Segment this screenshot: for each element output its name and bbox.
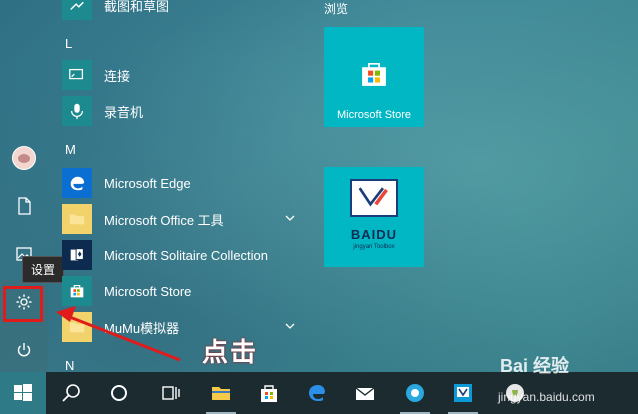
baidu-tile-subtitle: jingyan Toolbox xyxy=(353,244,395,250)
app-item-connect[interactable]: 连接 xyxy=(62,58,306,92)
app-item-office-tools[interactable]: Microsoft Office 工具 xyxy=(62,202,306,236)
app-item-snip[interactable]: 截图和草图 xyxy=(62,0,306,22)
letter-header-m[interactable]: M xyxy=(65,142,76,157)
app-name: Microsoft Office 工具 xyxy=(104,212,224,228)
cortana-icon xyxy=(111,385,127,401)
edge-icon xyxy=(62,168,92,198)
app-item-edge[interactable]: Microsoft Edge xyxy=(62,166,306,200)
store-icon xyxy=(362,62,386,86)
app-item-recorder[interactable]: 录音机 xyxy=(62,94,306,128)
tile-label: Microsoft Store xyxy=(337,109,411,121)
app-item-solitaire[interactable]: Microsoft Solitaire Collection xyxy=(62,238,306,272)
snip-icon xyxy=(62,0,92,20)
app-name: 连接 xyxy=(104,68,131,84)
settings-highlight-box xyxy=(3,286,43,322)
folder-icon xyxy=(62,204,92,234)
app-list: 截图和草图 L 连接 录音机 M Microsoft Edge Microsof… xyxy=(48,0,310,373)
baidu-toolbox-taskbar-button[interactable] xyxy=(440,372,486,414)
documents-button[interactable] xyxy=(0,186,48,226)
annotation-click-text: 点击 xyxy=(202,338,259,368)
avatar xyxy=(12,146,36,170)
power-button[interactable] xyxy=(0,330,48,370)
store-tile[interactable]: Microsoft Store xyxy=(324,27,424,127)
chevron-down-icon[interactable] xyxy=(284,212,296,224)
baidu-logo xyxy=(350,179,398,217)
edge-taskbar-button[interactable] xyxy=(294,372,340,414)
search-button[interactable] xyxy=(48,372,94,414)
connect-icon xyxy=(62,60,92,90)
app-item-mumu[interactable]: MuMu模拟器 xyxy=(62,310,306,344)
cortana-button[interactable] xyxy=(96,372,142,414)
start-button[interactable] xyxy=(0,372,46,414)
windows-icon xyxy=(14,384,32,401)
cards-icon xyxy=(62,240,92,270)
user-avatar-button[interactable] xyxy=(0,138,48,178)
document-icon xyxy=(18,197,31,215)
letter-header-l[interactable]: L xyxy=(65,36,72,51)
folder-icon xyxy=(62,312,92,342)
store-icon xyxy=(62,276,92,306)
app-name: 录音机 xyxy=(104,104,144,120)
watermark-url: jingyan.baidu.com xyxy=(498,390,595,404)
app-name: 截图和草图 xyxy=(104,0,170,14)
watermark-brand: Bai 经验 xyxy=(500,356,570,376)
letter-header-n[interactable]: N xyxy=(65,358,74,373)
app-taskbar-button[interactable] xyxy=(392,372,438,414)
app-name: Microsoft Store xyxy=(104,283,192,299)
task-view-button[interactable] xyxy=(148,372,194,414)
file-explorer-button[interactable] xyxy=(198,372,244,414)
microphone-icon xyxy=(62,96,92,126)
app-item-store[interactable]: Microsoft Store xyxy=(62,274,306,308)
mail-button[interactable] xyxy=(342,372,388,414)
task-view-icon xyxy=(162,386,180,400)
store-taskbar-button[interactable] xyxy=(246,372,292,414)
store-icon xyxy=(261,385,277,402)
app-name: Microsoft Solitaire Collection xyxy=(104,247,269,263)
baidu-tile-title: BAIDU xyxy=(350,227,398,242)
baidu-toolbox-tile[interactable]: BAIDU jingyan Toolbox xyxy=(324,167,424,267)
folder-icon xyxy=(212,387,230,400)
app-name: MuMu模拟器 xyxy=(104,320,180,336)
edge-icon xyxy=(309,385,325,401)
baidu-toolbox-icon xyxy=(454,384,472,402)
app-circle-icon xyxy=(406,384,424,402)
power-icon xyxy=(17,343,31,357)
app-name: Microsoft Edge xyxy=(104,175,191,191)
chevron-down-icon[interactable] xyxy=(284,320,296,332)
search-icon xyxy=(62,384,80,402)
mail-icon xyxy=(355,387,375,400)
tile-group-label[interactable]: 浏览 xyxy=(324,0,348,17)
